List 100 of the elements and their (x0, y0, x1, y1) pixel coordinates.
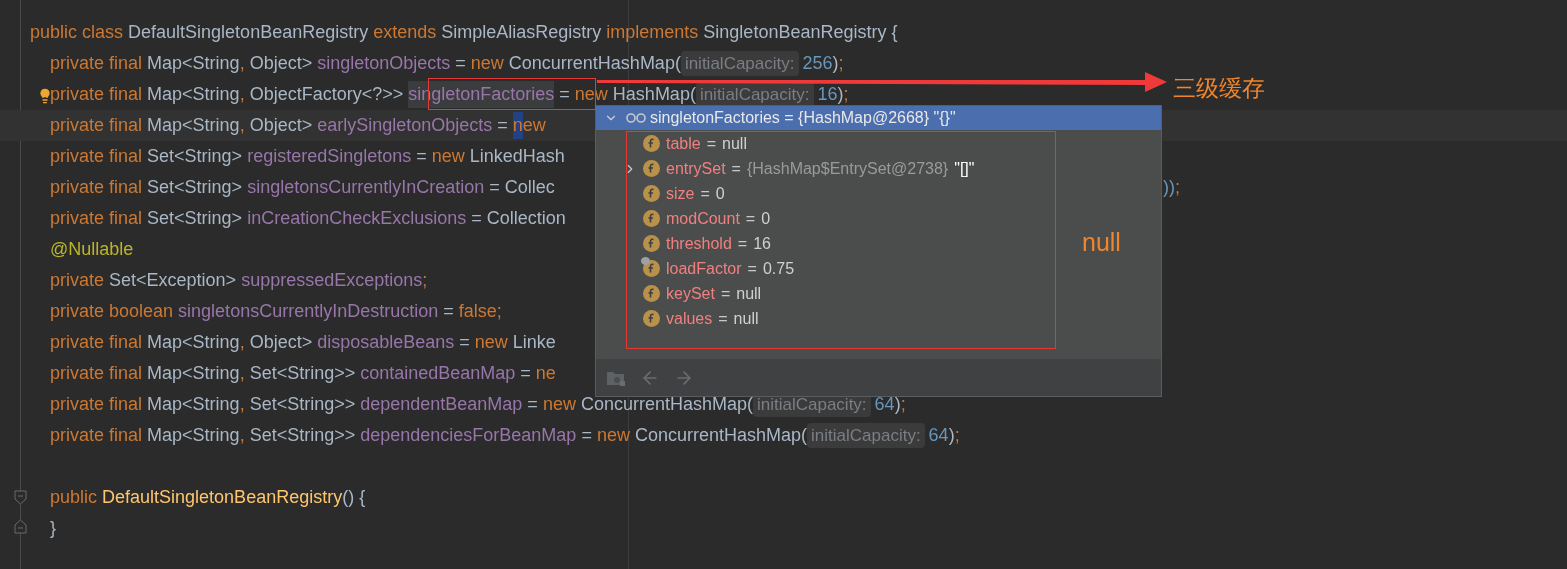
fold-icon[interactable] (14, 519, 27, 534)
code-token: ConcurrentHashMap( (580, 393, 753, 416)
parameter-hint: initialCapacity: (680, 50, 799, 77)
parameter-hint: initialCapacity: (807, 422, 925, 449)
tree-row[interactable]: singletonFactories = {HashMap@2668} "{}" (596, 106, 1161, 130)
code-token: Map<String (147, 52, 240, 75)
code-token: ) (948, 424, 955, 447)
code-token: Set<String> (147, 207, 244, 230)
field-name: modCount (666, 208, 740, 229)
operator: = (700, 183, 710, 204)
code-token: singletonsCurrentlyInCreation (247, 176, 485, 199)
code-token: = (442, 300, 455, 323)
code-token: SimpleAliasRegistry (441, 21, 603, 44)
code-token: implements (606, 21, 700, 44)
code-token: Set<String>> (249, 424, 357, 447)
code-token: new (596, 424, 631, 447)
code-token: , (239, 424, 246, 447)
code-token: private boolean (50, 300, 175, 323)
code-token: = (496, 114, 509, 137)
field-value: null (722, 133, 747, 154)
code-token: private final (50, 424, 144, 447)
code-token: public class (30, 21, 125, 44)
code-token: false; (458, 300, 502, 323)
code-token: Map<String (147, 114, 240, 137)
code-token: = (526, 393, 539, 416)
annotation-label: 三级缓存 (1173, 74, 1265, 103)
code-token: DefaultSingletonBeanRegistry (102, 486, 343, 509)
code-token: = (488, 176, 501, 199)
field-name: size (666, 183, 695, 204)
lightbulb-icon[interactable] (37, 87, 53, 105)
code-token: Set<String>> (249, 393, 357, 416)
fold-icon[interactable] (14, 490, 27, 505)
field-value: 0.75 (762, 258, 795, 279)
code-token: Set<String> (147, 176, 244, 199)
field-icon (643, 210, 660, 227)
code-token: singletonsCurrentlyInDestruction (178, 300, 439, 323)
code-token: Object> (249, 52, 314, 75)
code-token: 64 (874, 393, 895, 416)
code-token: 16 (817, 83, 838, 106)
code-token: private final (50, 114, 144, 137)
code-token: Map<String (147, 331, 240, 354)
code-token: dependentBeanMap (360, 393, 523, 416)
code-token: ObjectFactory<?>> (249, 83, 405, 106)
field-value: 0 (715, 183, 725, 204)
code-token: ; (954, 424, 960, 447)
code-token: , (239, 52, 246, 75)
field-icon (643, 135, 660, 152)
code-token: new (542, 393, 577, 416)
string-value: "[]" (954, 158, 975, 179)
code-token: = (415, 145, 428, 168)
code-token: , (239, 331, 246, 354)
code-token: Map<String (147, 362, 240, 385)
code-token: Linke (512, 331, 556, 354)
code-token: Collection (486, 207, 566, 230)
code-token: private final (50, 331, 144, 354)
code-token: , (239, 114, 246, 137)
field-icon (643, 235, 660, 252)
field-name: entrySet (666, 158, 726, 179)
code-token: new (431, 145, 466, 168)
operator: = (747, 258, 757, 279)
code-token: ; (1175, 176, 1180, 199)
field-name: threshold (666, 233, 732, 254)
code-token: ; (843, 83, 849, 106)
code-token: = (458, 331, 471, 354)
code-token: new (470, 52, 505, 75)
code-token: private final (50, 393, 144, 416)
field-value: 16 (753, 233, 771, 254)
code-token: , (239, 362, 246, 385)
code-token: Collec (504, 176, 555, 199)
code-token: Object> (249, 114, 314, 137)
variable-label: singletonFactories = {HashMap@2668} "{}" (650, 108, 956, 128)
code-token: singletonObjects (317, 52, 451, 75)
operator: = (706, 133, 717, 154)
field-icon (643, 160, 660, 177)
code-token: inCreationCheckExclusions (247, 207, 467, 230)
code-token: private (50, 269, 106, 292)
code-token: = (558, 83, 571, 106)
code-token: 64 (928, 424, 949, 447)
code-token: new (474, 331, 509, 354)
code-token: ; (900, 393, 906, 416)
code-token: extends (373, 21, 438, 44)
code-token: 256 (802, 52, 833, 75)
glasses-icon (626, 113, 646, 123)
code-token: , (239, 393, 246, 416)
code-token: = (454, 52, 467, 75)
field-icon (643, 310, 660, 327)
code-token: = (470, 207, 483, 230)
code-token: ; (838, 52, 844, 75)
code-token: dependenciesForBeanMap (360, 424, 577, 447)
code-token: Map<String (147, 424, 240, 447)
code-token: ConcurrentHashMap( (634, 424, 807, 447)
code-token: ConcurrentHashMap( (508, 52, 681, 75)
field-value: {HashMap$EntrySet@2738} (746, 158, 949, 179)
field-value: 0 (761, 208, 771, 229)
code-token: Set<String>> (249, 362, 357, 385)
field-name: keySet (666, 283, 715, 304)
field-icon (643, 285, 660, 302)
code-token: DefaultSingletonBeanRegistry (128, 21, 370, 44)
code-token: = (580, 424, 593, 447)
code-token: () { (342, 486, 366, 509)
